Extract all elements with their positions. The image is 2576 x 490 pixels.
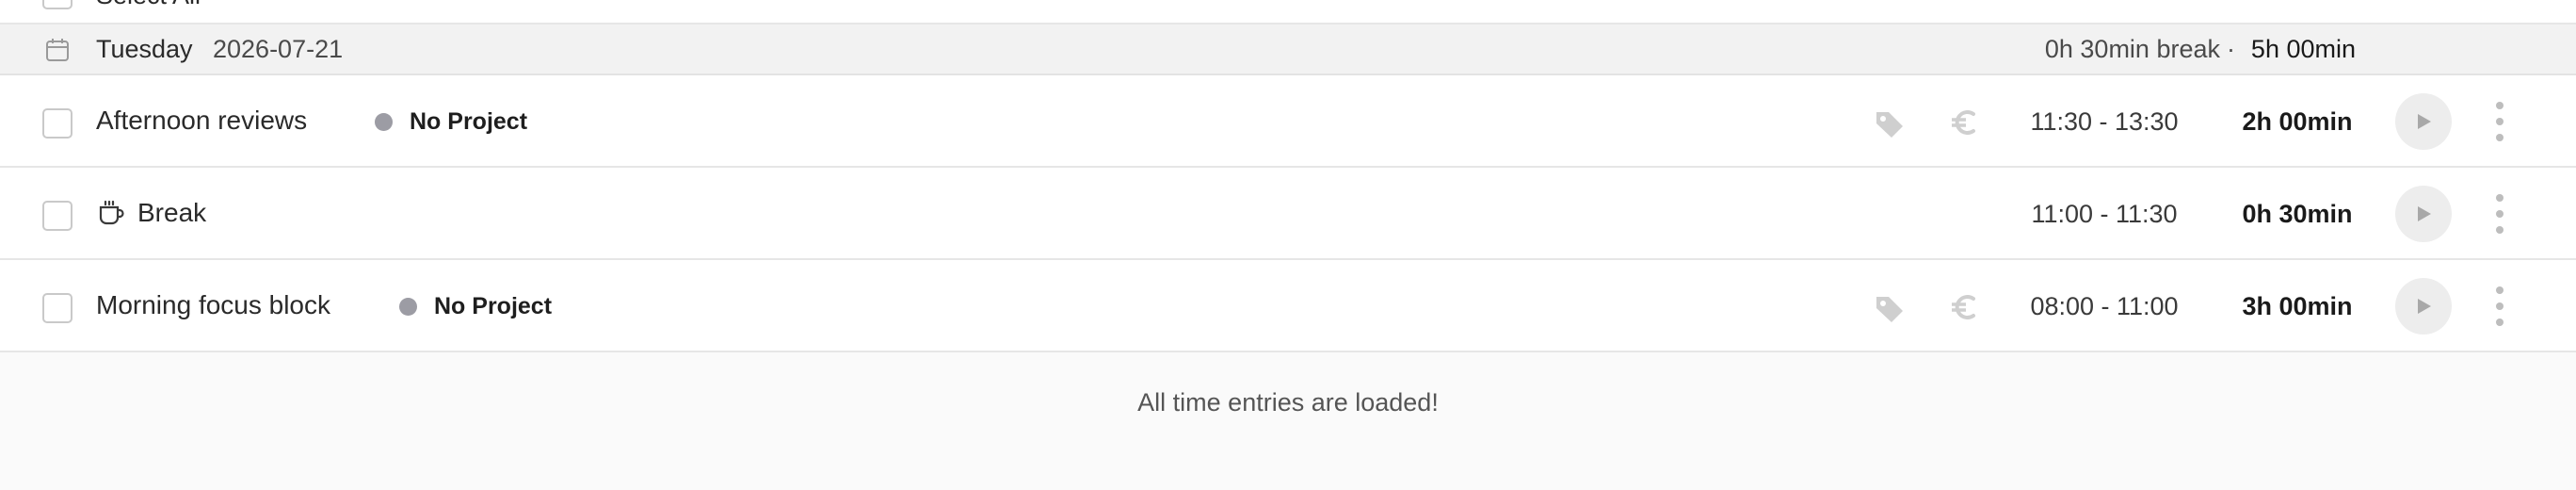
day-break-summary: 0h 30min break [2044,35,2220,63]
entry-checkbox[interactable] [42,293,72,323]
more-vertical-icon [2496,102,2504,109]
play-icon [2418,114,2431,129]
project-selector[interactable]: No Project [399,292,552,320]
tag-icon[interactable] [1873,292,1907,326]
entry-title[interactable]: Morning focus block [96,290,330,320]
select-all-label: Select All [96,0,201,10]
day-total-duration: 5h 00min [2250,35,2356,63]
all-entries-loaded-message: All time entries are loaded! [1137,388,1439,416]
day-separator: · [2227,35,2235,63]
play-button[interactable] [2395,186,2452,242]
euro-icon[interactable] [1947,290,1981,324]
play-button[interactable] [2395,93,2452,150]
time-entry-row[interactable]: Morning focus block No Project 08:00 - 1… [0,260,2576,352]
more-options-button[interactable] [2486,286,2514,326]
entry-title[interactable]: Afternoon reviews [96,106,307,136]
euro-icon[interactable] [1947,106,1981,139]
entry-time-range[interactable]: 08:00 - 11:00 [1996,292,2213,321]
coffee-icon [99,200,124,225]
more-vertical-icon [2496,194,2504,202]
more-options-button[interactable] [2486,102,2514,141]
day-header: Tuesday 2026-07-21 0h 30min break · 5h 0… [0,24,2576,75]
day-weekday: Tuesday [96,35,193,63]
entry-time-range[interactable]: 11:30 - 13:30 [1996,107,2213,137]
day-date: 2026-07-21 [213,35,344,63]
entry-title[interactable]: Break [137,198,206,228]
entry-duration[interactable]: 3h 00min [2231,292,2363,321]
play-icon [2418,299,2431,314]
entry-checkbox[interactable] [42,108,72,139]
play-icon [2418,206,2431,221]
select-all-row: Select All [0,0,2576,24]
time-entry-row[interactable]: Afternoon reviews No Project 11:30 - 13:… [0,75,2576,168]
select-all-checkbox[interactable] [42,0,72,9]
project-label: No Project [410,107,528,135]
calendar-icon [46,39,69,61]
more-options-button[interactable] [2486,194,2514,234]
project-selector[interactable]: No Project [375,107,527,136]
entry-checkbox[interactable] [42,201,72,231]
tag-icon[interactable] [1873,107,1907,141]
project-label: No Project [434,292,553,319]
time-entries-page: Select All Tuesday 2026-07-21 0h 30min b… [0,0,2576,490]
play-button[interactable] [2395,278,2452,335]
project-color-dot [399,297,417,316]
project-color-dot [375,112,393,131]
entry-duration[interactable]: 0h 30min [2231,200,2363,229]
more-vertical-icon [2496,286,2504,294]
entry-duration[interactable]: 2h 00min [2231,107,2363,137]
entry-time-range[interactable]: 11:00 - 11:30 [1996,200,2213,229]
time-entry-row[interactable]: Break 11:00 - 11:30 0h 30min [0,168,2576,260]
